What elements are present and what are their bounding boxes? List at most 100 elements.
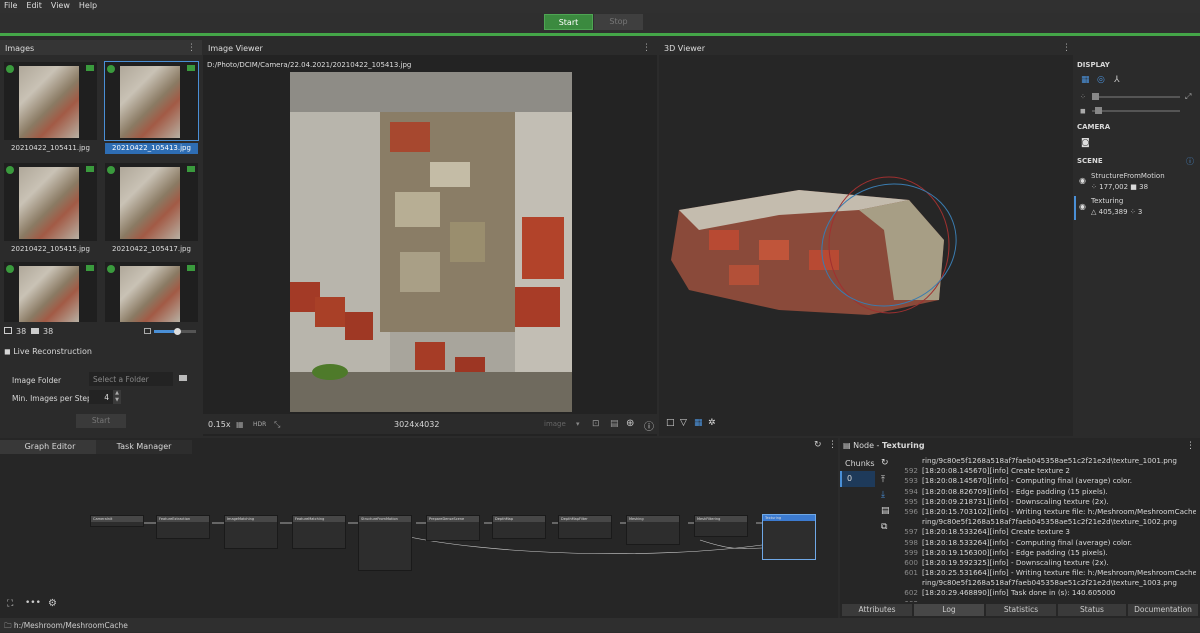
thumbnail-image[interactable] bbox=[105, 163, 198, 241]
points-count: 177,002 bbox=[1099, 183, 1129, 191]
node-panel-prefix: Node - bbox=[853, 441, 882, 450]
info-icon[interactable]: ⓘ bbox=[1186, 156, 1194, 167]
chevron-down-icon[interactable]: ▾ bbox=[576, 420, 580, 428]
folder-icon: 🗀 bbox=[4, 621, 12, 630]
grid-icon[interactable]: ▦ bbox=[1081, 75, 1090, 85]
graph-node[interactable]: Meshing bbox=[626, 515, 680, 545]
scroll-top-icon[interactable]: ⤒ bbox=[881, 475, 885, 485]
refresh-icon[interactable]: ↻ bbox=[814, 440, 822, 450]
camera-icon: ◼ bbox=[1080, 107, 1086, 115]
thumbnail-image[interactable] bbox=[4, 62, 97, 140]
log-view[interactable]: ring/9c80e5f1268a518af7faeb045358ae51c2f… bbox=[896, 456, 1196, 602]
refresh-icon[interactable]: ↻ bbox=[881, 458, 889, 468]
graph-node[interactable]: DepthMapFilter bbox=[558, 515, 612, 539]
scene-item-texturing[interactable]: ◉ Texturing △ 405,389 ⁘ 3 bbox=[1074, 196, 1198, 220]
sidebyside-icon[interactable]: ⊡ bbox=[592, 419, 600, 429]
graph-node[interactable]: PrepareDenseScene bbox=[426, 515, 480, 541]
graph-node[interactable]: ImageMatching bbox=[224, 515, 278, 549]
min-images-input[interactable]: 4 bbox=[89, 390, 113, 404]
log-line: 596 [18:20:15.703102][info] - Writing tex… bbox=[904, 506, 1196, 516]
image-mode-select[interactable]: image bbox=[544, 420, 566, 428]
texture-icon[interactable]: ▦ bbox=[694, 418, 703, 428]
scene-item-sfm[interactable]: ◉ StructureFromMotion ⁘ 177,002 ■ 38 bbox=[1076, 170, 1198, 194]
stop-button[interactable]: Stop bbox=[594, 14, 643, 30]
eye-icon[interactable]: ◉ bbox=[1079, 176, 1086, 185]
texture-count: 3 bbox=[1137, 208, 1143, 216]
menu-view[interactable]: View bbox=[47, 0, 75, 10]
gear-icon[interactable]: ⚙ bbox=[48, 598, 57, 609]
triangle-icon[interactable]: ▽ bbox=[680, 418, 687, 428]
bbox-icon[interactable]: □ bbox=[666, 418, 675, 428]
thumbnail-label: 20210422_105417.jpg bbox=[112, 245, 191, 253]
node-title: DepthMap bbox=[493, 516, 545, 522]
more-options-icon[interactable]: ⋮ bbox=[1062, 43, 1071, 53]
eye-icon[interactable]: ◉ bbox=[1079, 202, 1086, 211]
more-options-icon[interactable]: ⋮ bbox=[187, 43, 196, 53]
more-options-icon[interactable]: ⋮ bbox=[642, 43, 651, 53]
graph-node-selected[interactable]: Texturing bbox=[762, 514, 816, 560]
log-line: ring/9c80e5f1268a518af7faeb045358ae51c2f… bbox=[922, 517, 1177, 527]
hdr-label[interactable]: HDR bbox=[253, 421, 266, 428]
live-reconstruction-header[interactable]: ◼ Live Reconstruction bbox=[4, 347, 92, 356]
globe-icon[interactable]: ⊕ bbox=[626, 418, 634, 429]
graph-node[interactable]: MeshFiltering bbox=[694, 515, 748, 537]
fit-view-icon[interactable]: ⛶ bbox=[7, 599, 13, 609]
scroll-bottom-icon[interactable]: ⤓ bbox=[881, 490, 885, 500]
camera-icon bbox=[31, 328, 39, 334]
node-title: StructureFromMotion bbox=[359, 516, 411, 522]
live-start-button[interactable]: Start bbox=[76, 414, 126, 428]
start-button[interactable]: Start bbox=[544, 14, 593, 30]
menu-help[interactable]: Help bbox=[75, 0, 102, 10]
thumbnail-image-selected[interactable] bbox=[104, 61, 199, 141]
graph-node[interactable]: CameraInit bbox=[90, 515, 144, 527]
tab-attributes[interactable]: Attributes bbox=[842, 604, 912, 616]
tab-status[interactable]: Status bbox=[1058, 604, 1126, 616]
settings-icon[interactable]: ✲ bbox=[708, 418, 716, 428]
axis-icon[interactable]: ⅄ bbox=[1114, 75, 1120, 85]
tab-statistics[interactable]: Statistics bbox=[986, 604, 1056, 616]
camera-count: 38 bbox=[43, 327, 54, 336]
thumbnail-image[interactable] bbox=[105, 262, 198, 322]
status-ok-icon bbox=[6, 166, 14, 174]
external-link-icon[interactable]: ⧉ bbox=[881, 522, 887, 532]
images-panel-header: Images ⋮ bbox=[0, 40, 202, 55]
log-line: 599 [18:20:19.156300][info] - Edge paddin… bbox=[904, 547, 1108, 557]
folder-icon[interactable] bbox=[179, 375, 187, 381]
log-line: 595 [18:20:09.218731][info] - Downscaling… bbox=[904, 496, 1109, 506]
more-options-icon[interactable]: ⋮ bbox=[828, 440, 837, 450]
graph-node[interactable]: FeatureMatching bbox=[292, 515, 346, 549]
file-icon[interactable]: ▤ bbox=[881, 506, 890, 516]
thumbnail-image[interactable] bbox=[4, 262, 97, 322]
thumbnail-label-selected: 20210422_105413.jpg bbox=[105, 143, 198, 154]
stepper-icon[interactable]: ▲ ▼ bbox=[113, 390, 121, 404]
camera-scale-slider[interactable] bbox=[1092, 107, 1180, 114]
graph-node[interactable]: StructureFromMotion bbox=[358, 515, 412, 571]
metadata-icon[interactable]: ▤ bbox=[610, 419, 619, 429]
more-horizontal-icon[interactable]: ••• bbox=[25, 598, 41, 608]
graph-node[interactable]: DepthMap bbox=[492, 515, 546, 539]
point-size-slider[interactable] bbox=[1092, 93, 1180, 100]
mesh-view[interactable] bbox=[659, 170, 959, 330]
tab-log[interactable]: Log bbox=[914, 604, 984, 616]
expand-icon[interactable]: ⤢ bbox=[1185, 92, 1191, 102]
picker-icon[interactable]: ⤡ bbox=[274, 420, 280, 430]
image-folder-input[interactable]: Select a Folder bbox=[89, 372, 173, 386]
thumbnail-image[interactable] bbox=[4, 163, 97, 241]
status-ok-icon bbox=[6, 265, 14, 273]
thumbnail-size-slider[interactable] bbox=[154, 328, 196, 335]
grid-icon[interactable]: ▦ bbox=[236, 420, 244, 429]
viewer-image[interactable] bbox=[290, 72, 572, 412]
info-icon[interactable]: ⓘ bbox=[644, 418, 654, 433]
graph-node[interactable]: FeatureExtraction bbox=[156, 515, 210, 539]
menu-file[interactable]: File bbox=[0, 0, 22, 10]
camera-icon[interactable]: ◙ bbox=[1081, 138, 1090, 148]
chunk-item[interactable]: 0 bbox=[840, 471, 875, 487]
target-icon[interactable]: ◎ bbox=[1097, 75, 1105, 85]
camera-icon: ◼ bbox=[4, 347, 11, 356]
tab-task-manager[interactable]: Task Manager bbox=[96, 440, 192, 454]
tab-graph-editor[interactable]: Graph Editor bbox=[0, 440, 100, 454]
menu-edit[interactable]: Edit bbox=[22, 0, 47, 10]
more-options-icon[interactable]: ⋮ bbox=[1186, 441, 1195, 451]
tab-documentation[interactable]: Documentation bbox=[1128, 604, 1198, 616]
chunks-label: Chunks bbox=[845, 459, 875, 468]
